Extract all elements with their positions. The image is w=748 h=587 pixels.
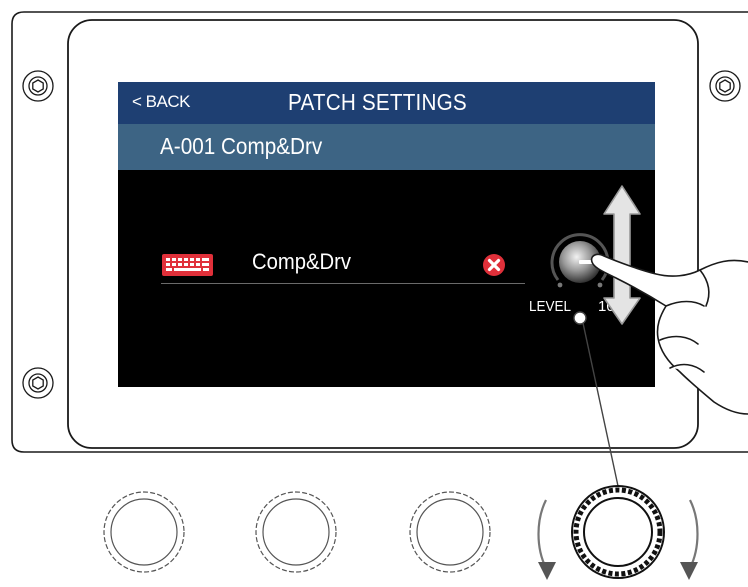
- patch-id-name: A-001 Comp&Drv: [160, 133, 323, 159]
- device-illustration: < BACK PATCH SETTINGS A-001 Comp&Drv Com…: [0, 0, 748, 587]
- level-label: LEVEL: [529, 298, 572, 315]
- clear-x-icon[interactable]: [482, 253, 506, 277]
- level-value: 100: [598, 298, 624, 315]
- hardware-knob-icon: [103, 491, 491, 573]
- patch-name-field[interactable]: Comp&Drv: [161, 247, 525, 285]
- page-title: PATCH SETTINGS: [288, 89, 467, 115]
- back-button[interactable]: < BACK: [132, 92, 190, 112]
- active-hardware-knob-icon: [571, 485, 665, 579]
- patch-name-value: Comp&Drv: [252, 249, 351, 274]
- patch-header: A-001 Comp&Drv: [118, 124, 655, 170]
- field-underline: [161, 283, 525, 284]
- title-bar: < BACK PATCH SETTINGS: [118, 82, 655, 124]
- lcd-screen: < BACK PATCH SETTINGS A-001 Comp&Drv Com…: [118, 82, 655, 387]
- keyboard-icon[interactable]: [161, 253, 214, 277]
- rotate-arrow-icon: [537, 499, 699, 569]
- level-knob[interactable]: [548, 230, 612, 294]
